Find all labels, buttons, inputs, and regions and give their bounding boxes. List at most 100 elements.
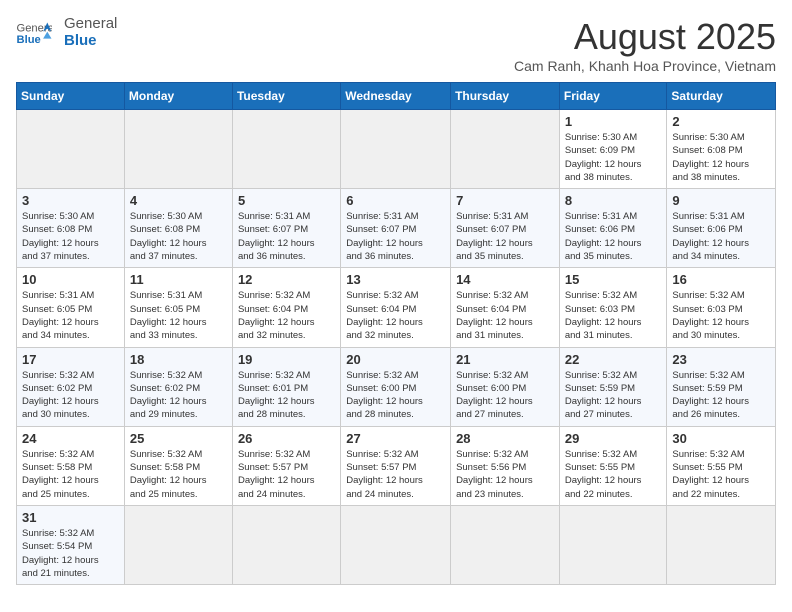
day-info: Sunrise: 5:32 AM Sunset: 6:04 PM Dayligh… [456, 289, 554, 342]
calendar-cell [341, 505, 451, 584]
calendar-cell: 6 Sunrise: 5:31 AM Sunset: 6:07 PM Daylig… [341, 189, 451, 268]
calendar-week-row: 1Sunrise: 5:30 AM Sunset: 6:09 PM Daylig… [17, 110, 776, 189]
day-info: Sunrise: 5:31 AM Sunset: 6:07 PM Dayligh… [346, 210, 445, 263]
logo-blue-text: Blue [64, 33, 117, 50]
day-info: Sunrise: 5:32 AM Sunset: 5:59 PM Dayligh… [672, 369, 770, 422]
calendar-cell: 22Sunrise: 5:32 AM Sunset: 5:59 PM Dayli… [559, 347, 667, 426]
calendar-cell: 20 Sunrise: 5:32 AM Sunset: 6:00 PM Dayli… [341, 347, 451, 426]
calendar-week-row: 10 Sunrise: 5:31 AM Sunset: 6:05 PM Dayli… [17, 268, 776, 347]
calendar-cell: 14 Sunrise: 5:32 AM Sunset: 6:04 PM Dayli… [451, 268, 560, 347]
day-number: 9 [672, 193, 770, 208]
day-info: Sunrise: 5:32 AM Sunset: 6:02 PM Dayligh… [130, 369, 227, 422]
day-info: Sunrise: 5:30 AM Sunset: 6:09 PM Dayligh… [565, 131, 662, 184]
day-number: 12 [238, 272, 335, 287]
calendar-cell [341, 110, 451, 189]
day-info: Sunrise: 5:32 AM Sunset: 5:58 PM Dayligh… [22, 448, 119, 501]
day-info: Sunrise: 5:31 AM Sunset: 6:05 PM Dayligh… [22, 289, 119, 342]
calendar-cell: 30 Sunrise: 5:32 AM Sunset: 5:55 PM Dayli… [667, 426, 776, 505]
day-info: Sunrise: 5:31 AM Sunset: 6:07 PM Dayligh… [238, 210, 335, 263]
day-number: 19 [238, 352, 335, 367]
day-info: Sunrise: 5:30 AM Sunset: 6:08 PM Dayligh… [130, 210, 227, 263]
calendar-cell [451, 505, 560, 584]
day-info: Sunrise: 5:31 AM Sunset: 6:06 PM Dayligh… [565, 210, 662, 263]
day-number: 27 [346, 431, 445, 446]
day-number: 16 [672, 272, 770, 287]
day-info: Sunrise: 5:32 AM Sunset: 5:55 PM Dayligh… [565, 448, 662, 501]
day-number: 24 [22, 431, 119, 446]
svg-text:Blue: Blue [17, 33, 41, 45]
day-number: 14 [456, 272, 554, 287]
day-number: 28 [456, 431, 554, 446]
day-number: 31 [22, 510, 119, 525]
day-info: Sunrise: 5:32 AM Sunset: 6:03 PM Dayligh… [565, 289, 662, 342]
calendar-cell: 18Sunrise: 5:32 AM Sunset: 6:02 PM Dayli… [124, 347, 232, 426]
day-info: Sunrise: 5:32 AM Sunset: 6:02 PM Dayligh… [22, 369, 119, 422]
day-number: 11 [130, 272, 227, 287]
calendar-cell: 12 Sunrise: 5:32 AM Sunset: 6:04 PM Dayli… [232, 268, 340, 347]
day-number: 8 [565, 193, 662, 208]
day-info: Sunrise: 5:32 AM Sunset: 5:55 PM Dayligh… [672, 448, 770, 501]
calendar-cell: 31Sunrise: 5:32 AM Sunset: 5:54 PM Dayli… [17, 505, 125, 584]
calendar-cell: 28 Sunrise: 5:32 AM Sunset: 5:56 PM Dayli… [451, 426, 560, 505]
calendar-cell [232, 110, 340, 189]
weekday-header-friday: Friday [559, 83, 667, 110]
calendar-cell [17, 110, 125, 189]
day-info: Sunrise: 5:32 AM Sunset: 6:04 PM Dayligh… [238, 289, 335, 342]
calendar-cell: 15 Sunrise: 5:32 AM Sunset: 6:03 PM Dayli… [559, 268, 667, 347]
weekday-header-wednesday: Wednesday [341, 83, 451, 110]
calendar-cell: 27Sunrise: 5:32 AM Sunset: 5:57 PM Dayli… [341, 426, 451, 505]
month-year-title: August 2025 [514, 16, 776, 58]
calendar-cell: 25Sunrise: 5:32 AM Sunset: 5:58 PM Dayli… [124, 426, 232, 505]
calendar-cell: 9Sunrise: 5:31 AM Sunset: 6:06 PM Daylig… [667, 189, 776, 268]
day-number: 10 [22, 272, 119, 287]
calendar-cell: 13Sunrise: 5:32 AM Sunset: 6:04 PM Dayli… [341, 268, 451, 347]
calendar-week-row: 24 Sunrise: 5:32 AM Sunset: 5:58 PM Dayli… [17, 426, 776, 505]
calendar-cell: 26 Sunrise: 5:32 AM Sunset: 5:57 PM Dayli… [232, 426, 340, 505]
calendar-cell: 16 Sunrise: 5:32 AM Sunset: 6:03 PM Dayli… [667, 268, 776, 347]
day-info: Sunrise: 5:31 AM Sunset: 6:07 PM Dayligh… [456, 210, 554, 263]
day-number: 7 [456, 193, 554, 208]
logo-general-text: General [64, 16, 117, 33]
calendar-cell: 11 Sunrise: 5:31 AM Sunset: 6:05 PM Dayli… [124, 268, 232, 347]
day-info: Sunrise: 5:32 AM Sunset: 6:03 PM Dayligh… [672, 289, 770, 342]
calendar-cell: 29 Sunrise: 5:32 AM Sunset: 5:55 PM Dayli… [559, 426, 667, 505]
weekday-header-sunday: Sunday [17, 83, 125, 110]
location-subtitle: Cam Ranh, Khanh Hoa Province, Vietnam [514, 58, 776, 74]
calendar-cell [232, 505, 340, 584]
day-info: Sunrise: 5:32 AM Sunset: 5:57 PM Dayligh… [238, 448, 335, 501]
calendar-cell: 19Sunrise: 5:32 AM Sunset: 6:01 PM Dayli… [232, 347, 340, 426]
calendar-cell: 17Sunrise: 5:32 AM Sunset: 6:02 PM Dayli… [17, 347, 125, 426]
weekday-header-saturday: Saturday [667, 83, 776, 110]
calendar-cell: 23Sunrise: 5:32 AM Sunset: 5:59 PM Dayli… [667, 347, 776, 426]
calendar-table: SundayMondayTuesdayWednesdayThursdayFrid… [16, 82, 776, 585]
day-info: Sunrise: 5:32 AM Sunset: 5:59 PM Dayligh… [565, 369, 662, 422]
calendar-cell: 4 Sunrise: 5:30 AM Sunset: 6:08 PM Daylig… [124, 189, 232, 268]
day-info: Sunrise: 5:32 AM Sunset: 6:00 PM Dayligh… [456, 369, 554, 422]
calendar-header-row: SundayMondayTuesdayWednesdayThursdayFrid… [17, 83, 776, 110]
day-number: 5 [238, 193, 335, 208]
calendar-cell [559, 505, 667, 584]
day-number: 3 [22, 193, 119, 208]
day-info: Sunrise: 5:30 AM Sunset: 6:08 PM Dayligh… [672, 131, 770, 184]
day-number: 30 [672, 431, 770, 446]
day-number: 29 [565, 431, 662, 446]
weekday-header-thursday: Thursday [451, 83, 560, 110]
day-info: Sunrise: 5:31 AM Sunset: 6:05 PM Dayligh… [130, 289, 227, 342]
day-number: 4 [130, 193, 227, 208]
weekday-header-monday: Monday [124, 83, 232, 110]
day-number: 20 [346, 352, 445, 367]
day-number: 15 [565, 272, 662, 287]
title-area: August 2025 Cam Ranh, Khanh Hoa Province… [514, 16, 776, 74]
day-number: 26 [238, 431, 335, 446]
day-info: Sunrise: 5:30 AM Sunset: 6:08 PM Dayligh… [22, 210, 119, 263]
calendar-cell: 2Sunrise: 5:30 AM Sunset: 6:08 PM Daylig… [667, 110, 776, 189]
day-number: 25 [130, 431, 227, 446]
calendar-cell: 3 Sunrise: 5:30 AM Sunset: 6:08 PM Daylig… [17, 189, 125, 268]
calendar-week-row: 3 Sunrise: 5:30 AM Sunset: 6:08 PM Daylig… [17, 189, 776, 268]
calendar-cell: 5 Sunrise: 5:31 AM Sunset: 6:07 PM Daylig… [232, 189, 340, 268]
day-info: Sunrise: 5:32 AM Sunset: 6:04 PM Dayligh… [346, 289, 445, 342]
calendar-week-row: 17Sunrise: 5:32 AM Sunset: 6:02 PM Dayli… [17, 347, 776, 426]
day-number: 6 [346, 193, 445, 208]
day-info: Sunrise: 5:32 AM Sunset: 6:00 PM Dayligh… [346, 369, 445, 422]
day-info: Sunrise: 5:32 AM Sunset: 5:56 PM Dayligh… [456, 448, 554, 501]
